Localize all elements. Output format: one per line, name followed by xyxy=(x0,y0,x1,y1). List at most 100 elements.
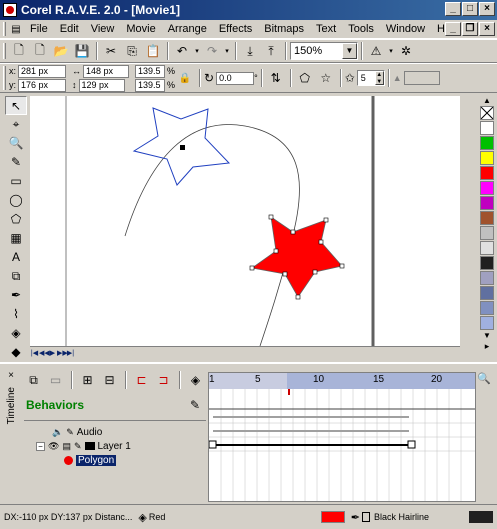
app-launcher-icon[interactable]: ⚠ xyxy=(366,41,386,61)
outline-swatch[interactable] xyxy=(361,512,370,522)
interactive-fill-tool-icon[interactable]: ◆ xyxy=(5,343,27,362)
polygon-tool-icon[interactable]: ⬠ xyxy=(5,210,27,229)
eyedropper-tool-icon[interactable]: ✒ xyxy=(5,286,27,305)
keyframe-in-icon[interactable]: ⊏ xyxy=(132,370,151,390)
cut-icon[interactable]: ✂ xyxy=(101,41,121,61)
palette-flyout-icon[interactable]: ▸ xyxy=(485,341,490,352)
doc-restore-button[interactable]: ❐ xyxy=(462,22,478,36)
new-icon[interactable]: 🗋 xyxy=(9,41,29,61)
document-icon[interactable]: ▤ xyxy=(9,19,23,39)
x-field[interactable]: 281 px xyxy=(18,64,67,78)
export-icon[interactable]: ⤒ xyxy=(261,41,281,61)
play-icon[interactable]: ▶ xyxy=(48,348,57,359)
import-icon[interactable]: ⤓ xyxy=(240,41,260,61)
color-swatch[interactable] xyxy=(480,241,494,255)
color-swatch[interactable] xyxy=(480,226,494,240)
menu-edit[interactable]: Edit xyxy=(54,23,85,35)
launcher-dropdown-icon[interactable]: ▾ xyxy=(387,41,395,61)
palette-scroll-up-icon[interactable]: ▲ xyxy=(483,96,491,106)
rewind-icon[interactable]: ◀◀ xyxy=(39,348,50,359)
save-icon[interactable]: 💾 xyxy=(72,41,92,61)
color-swatch[interactable] xyxy=(480,301,494,315)
mirror-icon[interactable]: ⇅ xyxy=(266,68,286,88)
timeline-tab[interactable]: × Timeline xyxy=(0,370,22,502)
delete-frame-icon[interactable]: ⊟ xyxy=(100,370,119,390)
new-from-template-icon[interactable]: 🗋 xyxy=(30,41,50,61)
paste-icon[interactable]: 📋 xyxy=(143,41,163,61)
doc-minimize-button[interactable]: _ xyxy=(445,22,461,36)
close-button[interactable]: × xyxy=(479,2,495,16)
color-swatch[interactable] xyxy=(480,211,494,225)
copy-icon[interactable]: ⎘ xyxy=(122,41,142,61)
lock-ratio-icon[interactable]: 🔒 xyxy=(175,68,195,88)
color-swatch[interactable] xyxy=(480,121,494,135)
spinner-arrows-icon[interactable]: ▲ ▼ xyxy=(374,71,384,85)
color-swatch[interactable] xyxy=(480,166,494,180)
color-swatch[interactable] xyxy=(480,316,494,330)
color-swatch[interactable] xyxy=(480,151,494,165)
interactive-tool-icon[interactable]: ⧉ xyxy=(5,267,27,286)
close-icon[interactable]: × xyxy=(8,370,14,381)
rectangle-tool-icon[interactable]: ▭ xyxy=(5,172,27,191)
height-field[interactable]: 129 px xyxy=(78,78,125,92)
menu-file[interactable]: File xyxy=(24,23,54,35)
keyframe-out-icon[interactable]: ⊐ xyxy=(154,370,173,390)
behaviors-edit-icon[interactable]: ✎ xyxy=(185,395,205,415)
zoom-select[interactable]: 150% ▼ xyxy=(290,42,358,60)
forward-icon[interactable]: ▶▶ xyxy=(57,348,68,359)
menu-bitmaps[interactable]: Bitmaps xyxy=(258,23,310,35)
scale-x-field[interactable]: 139.5 xyxy=(135,64,166,78)
color-swatch[interactable] xyxy=(480,286,494,300)
outline-color-swatch[interactable] xyxy=(469,511,493,523)
color-swatch[interactable] xyxy=(480,136,494,150)
text-tool-icon[interactable]: A xyxy=(5,248,27,267)
first-frame-icon[interactable]: |◀ xyxy=(30,348,39,359)
palette-scroll-down-icon[interactable]: ▼ xyxy=(483,331,491,341)
shape-tool-icon[interactable]: ⌖ xyxy=(5,115,27,134)
doc-close-button[interactable]: × xyxy=(479,22,495,36)
open-icon[interactable]: 📂 xyxy=(51,41,71,61)
menu-arrange[interactable]: Arrange xyxy=(162,23,213,35)
layer-row-layer1[interactable]: − 👁 ▤ ✎ Layer 1 xyxy=(24,439,206,453)
menu-view[interactable]: View xyxy=(85,23,121,35)
menu-tools[interactable]: Tools xyxy=(342,23,380,35)
undo-icon[interactable]: ↶ xyxy=(172,41,192,61)
maximize-button[interactable]: □ xyxy=(462,2,478,16)
undo-dropdown-icon[interactable]: ▾ xyxy=(193,41,201,61)
timeline-frames[interactable]: 1 5 10 15 20 xyxy=(208,372,476,502)
rotation-field[interactable]: 0.0 xyxy=(216,71,255,85)
sharpness-field[interactable] xyxy=(403,71,440,85)
layer-row-audio[interactable]: 🔈 ✎ Audio xyxy=(24,425,206,439)
new-layer-icon[interactable]: ⧉ xyxy=(24,370,43,390)
no-color-swatch[interactable] xyxy=(480,106,494,120)
outline-tool-icon[interactable]: ⌇ xyxy=(5,305,27,324)
graph-paper-tool-icon[interactable]: ▦ xyxy=(5,229,27,248)
color-swatch[interactable] xyxy=(480,196,494,210)
menu-text[interactable]: Text xyxy=(310,23,342,35)
color-swatch[interactable] xyxy=(480,256,494,270)
behaviors-row[interactable]: Behaviors ✎ xyxy=(24,396,206,414)
zoom-tool-icon[interactable]: 🔍 xyxy=(5,134,27,153)
width-field[interactable]: 148 px xyxy=(83,64,130,78)
pencil-icon[interactable]: ✎ xyxy=(74,441,82,452)
eye-icon[interactable]: 👁 xyxy=(48,441,59,452)
scale-y-field[interactable]: 139.5 xyxy=(135,78,166,92)
color-swatch[interactable] xyxy=(480,181,494,195)
last-frame-icon[interactable]: ▶| xyxy=(66,348,75,359)
fill-swatch[interactable] xyxy=(320,511,345,523)
layer-options-icon[interactable]: ◈ xyxy=(186,370,205,390)
chevron-down-icon[interactable]: ▼ xyxy=(342,43,357,59)
layer-row-polygon[interactable]: Polygon xyxy=(24,453,206,467)
star-icon[interactable]: ☆ xyxy=(316,68,336,88)
pick-tool-icon[interactable]: ↖ xyxy=(5,96,27,115)
color-swatch[interactable] xyxy=(480,271,494,285)
delete-layer-icon[interactable]: ▭ xyxy=(46,370,65,390)
menu-effects[interactable]: Effects xyxy=(213,23,258,35)
ellipse-tool-icon[interactable]: ◯ xyxy=(5,191,27,210)
timeline-zoom-icon[interactable]: 🔍 xyxy=(477,372,491,385)
menu-window[interactable]: Window xyxy=(380,23,431,35)
options-icon[interactable]: ✲ xyxy=(396,41,416,61)
freehand-tool-icon[interactable]: ✎ xyxy=(5,153,27,172)
expand-icon[interactable]: − xyxy=(36,441,45,451)
redo-icon[interactable]: ↷ xyxy=(202,41,222,61)
